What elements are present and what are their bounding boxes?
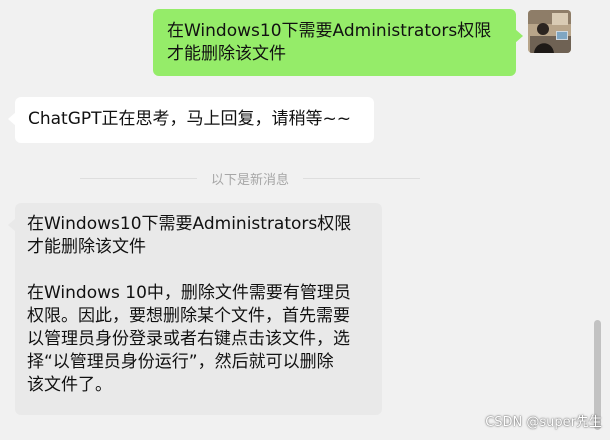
answer-text-line-5: 该文件了。 <box>27 375 112 395</box>
divider-line-left <box>80 177 197 179</box>
divider-text: 以下是新消息 <box>211 172 290 188</box>
answer-quote-line-1: 在Windows10下需要Administrators权限 <box>27 214 352 234</box>
answer-quote-line-2: 才能删除该文件 <box>27 237 146 257</box>
user-avatar-image <box>528 10 571 53</box>
user-avatar[interactable] <box>528 10 571 53</box>
outgoing-message-line-2: 才能删除该文件 <box>167 44 286 64</box>
answer-text-line-1: 在Windows 10中，删除文件需要有管理员 <box>27 283 351 303</box>
csdn-watermark: CSDN @super先生 <box>485 415 602 430</box>
answer-paragraph-gap <box>27 259 370 282</box>
answer-text-line-3: 以管理员身份登录或者右键点击该文件，选 <box>27 329 350 349</box>
answer-message-bubble[interactable]: 在Windows10下需要Administrators权限 才能删除该文件 在W… <box>8 203 382 415</box>
new-messages-divider: 以下是新消息 <box>80 168 421 188</box>
answer-text-line-4: 择“以管理员身份运行”，然后就可以删除 <box>27 352 334 372</box>
outgoing-message-line-1: 在Windows10下需要Administrators权限 <box>167 21 492 41</box>
outgoing-message-bubble[interactable]: 在Windows10下需要Administrators权限 才能删除该文件 <box>153 9 523 76</box>
status-message-bubble[interactable]: ChatGPT正在思考，马上回复，请稍等~~ <box>8 97 374 143</box>
answer-text-line-2: 权限。因此，要想删除某个文件，首先需要 <box>27 306 350 326</box>
divider-line-right <box>303 177 421 179</box>
chat-history[interactable]: 在Windows10下需要Administrators权限 才能删除该文件 Ch… <box>0 0 610 440</box>
status-message-text: ChatGPT正在思考，马上回复，请稍等~~ <box>28 109 352 129</box>
